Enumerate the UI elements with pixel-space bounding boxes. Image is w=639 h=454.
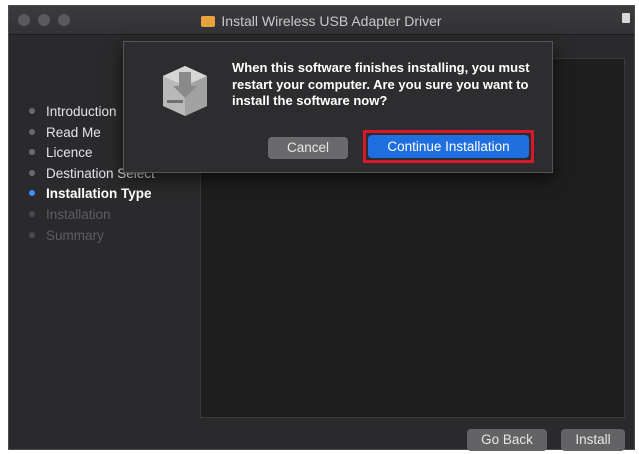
step-label: Installation: [46, 206, 111, 222]
title-bar: Install Wireless USB Adapter Driver: [9, 6, 634, 35]
step-summary: Summary: [29, 226, 155, 247]
step-bullet: [29, 108, 35, 114]
package-icon: [201, 16, 216, 27]
step-bullet: [29, 149, 35, 156]
confirm-install-dialog: When this software finishes installing, …: [123, 41, 553, 173]
step-label: Introduction: [46, 104, 117, 119]
step-installation-type: Installation Type: [29, 184, 155, 205]
window-title-text: Install Wireless USB Adapter Driver: [221, 13, 442, 29]
step-bullet: [29, 169, 35, 176]
highlight-box: [363, 130, 534, 163]
cancel-button[interactable]: Cancel: [268, 137, 348, 159]
installer-package-icon: [163, 66, 207, 116]
step-bullet: [29, 210, 35, 217]
step-installation: Installation: [29, 205, 155, 226]
dialog-message: When this software finishes installing, …: [232, 60, 530, 108]
step-label: Read Me: [46, 124, 101, 140]
step-label: Summary: [46, 227, 104, 243]
step-bullet: [29, 128, 35, 135]
go-back-button[interactable]: Go Back: [467, 429, 547, 451]
step-label: Licence: [46, 145, 93, 161]
install-button[interactable]: Install: [561, 429, 625, 451]
lock-icon: [622, 13, 630, 23]
window-title: Install Wireless USB Adapter Driver: [9, 13, 634, 29]
step-bullet: [29, 190, 35, 197]
step-bullet: [29, 231, 35, 238]
installer-window: Install Wireless USB Adapter Driver Intr…: [8, 5, 635, 451]
step-label: Installation Type: [46, 186, 152, 202]
